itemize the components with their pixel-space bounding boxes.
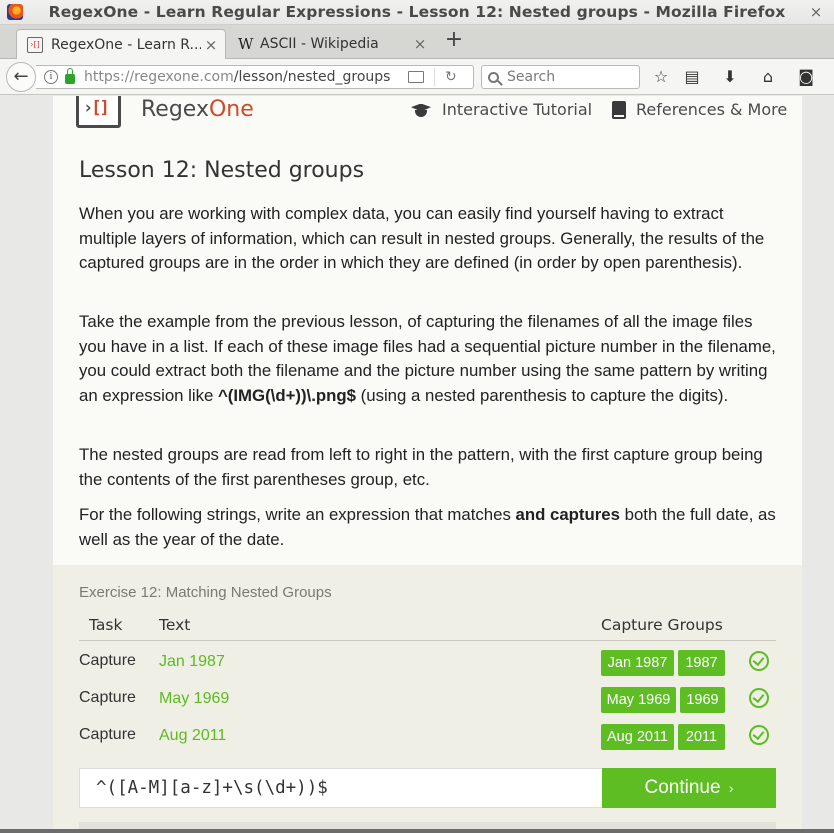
row-text: May 1969	[159, 690, 230, 707]
lesson-paragraph: For the following strings, write an expr…	[79, 505, 776, 549]
task-label: Capture	[79, 689, 136, 706]
window-title: RegexOne - Learn Regular Expressions - L…	[48, 3, 786, 21]
site-header: ›[] RegexOne Interactive Tutorial Refere…	[53, 96, 802, 136]
url-text[interactable]: https://regexone.com/lesson/nested_group…	[84, 69, 396, 85]
wikipedia-favicon-icon: W	[238, 35, 254, 53]
col-task: Task	[89, 616, 123, 634]
regexone-logo[interactable]: ›[]	[76, 96, 121, 128]
col-text: Text	[159, 616, 191, 634]
tab-close-icon[interactable]: ×	[410, 35, 430, 53]
continue-button[interactable]: Continue ›	[602, 768, 776, 808]
tab-regexone[interactable]: ›[] RegexOne - Learn R... ×	[16, 29, 226, 59]
tab-label: RegexOne - Learn R...	[51, 36, 201, 53]
lesson-paragraph: Take the example from the previous lesso…	[79, 312, 776, 406]
brand-name[interactable]: RegexOne	[141, 97, 254, 122]
pocket-icon[interactable]: ◙	[795, 66, 817, 88]
tab-wikipedia[interactable]: W ASCII - Wikipedia ×	[228, 29, 434, 59]
table-row: Capture Aug 2011 Aug 2011 2011	[79, 720, 776, 757]
check-icon	[749, 688, 769, 708]
back-button[interactable]: ←	[6, 62, 36, 92]
nav-references[interactable]: References & More	[612, 100, 787, 119]
book-icon	[612, 100, 626, 119]
reload-icon[interactable]: ↻	[445, 69, 457, 85]
new-tab-button[interactable]: +	[442, 29, 466, 53]
url-divider	[434, 68, 435, 86]
url-bar[interactable]: i https://regexone.com/lesson/nested_gro…	[36, 65, 474, 89]
check-icon	[749, 651, 769, 671]
capture-group-tag: Aug 2011	[601, 724, 674, 750]
col-capture-groups: Capture Groups	[601, 616, 723, 634]
capture-group-tag: 2011	[678, 724, 725, 750]
nav-tutorial-label: Interactive Tutorial	[442, 100, 593, 119]
capture-group-tag: 1969	[680, 687, 725, 713]
window-bottom-edge	[0, 829, 834, 833]
exercise-title: Exercise 12: Matching Nested Groups	[79, 584, 332, 601]
firefox-icon	[7, 4, 23, 20]
tab-close-icon[interactable]: ×	[201, 36, 221, 54]
page-viewport: ›[] RegexOne Interactive Tutorial Refere…	[0, 96, 834, 833]
nav-references-label: References & More	[636, 100, 788, 119]
check-icon	[749, 725, 769, 745]
capture-group-tag: Jan 1987	[601, 650, 674, 676]
exercise-table-header: Task Text Capture Groups	[79, 614, 776, 641]
example-expression: ^(IMG(\d+))\.png$	[218, 386, 356, 406]
home-icon[interactable]: ⌂	[757, 66, 779, 88]
graduation-cap-icon	[410, 102, 432, 118]
lesson-paragraph: The nested groups are read from left to …	[79, 445, 763, 489]
search-bar[interactable]: Search	[481, 65, 640, 89]
regexone-favicon-icon: ›[]	[27, 36, 43, 53]
table-row: Capture May 1969 May 1969 1969	[79, 683, 776, 720]
reading-list-icon[interactable]: ▤	[681, 66, 703, 88]
page-content: ›[] RegexOne Interactive Tutorial Refere…	[53, 96, 802, 833]
regex-answer-input[interactable]	[79, 768, 603, 808]
table-row: Capture Jan 1987 Jan 1987 1987	[79, 646, 776, 683]
window-close-button[interactable]: ×	[806, 2, 826, 22]
row-text: Aug 2011	[159, 727, 227, 744]
task-label: Capture	[79, 726, 136, 743]
lock-icon	[65, 68, 75, 84]
search-icon	[488, 71, 499, 83]
logo-glyph: ›[]	[83, 98, 110, 118]
capture-group-tag: 1987	[678, 650, 725, 676]
lesson-paragraph: When you are working with complex data, …	[79, 204, 765, 273]
reader-view-icon[interactable]	[408, 71, 424, 83]
window-titlebar: RegexOne - Learn Regular Expressions - L…	[0, 0, 834, 25]
task-label: Capture	[79, 652, 136, 669]
nav-interactive-tutorial[interactable]: Interactive Tutorial	[410, 100, 592, 119]
download-icon[interactable]: ⬇	[719, 66, 741, 88]
star-icon[interactable]: ☆	[650, 66, 672, 88]
page-title: Lesson 12: Nested groups	[79, 158, 365, 183]
exercise-panel: Exercise 12: Matching Nested Groups Task…	[53, 565, 802, 833]
tab-strip: ›[] RegexOne - Learn R... × W ASCII - Wi…	[0, 25, 834, 59]
row-text: Jan 1987	[159, 653, 225, 670]
search-placeholder: Search	[507, 69, 556, 85]
info-icon[interactable]: i	[44, 70, 58, 84]
capture-group-tag: May 1969	[601, 687, 676, 713]
tab-label: ASCII - Wikipedia	[260, 36, 379, 52]
nav-bar: ← i https://regexone.com/lesson/nested_g…	[0, 59, 834, 95]
